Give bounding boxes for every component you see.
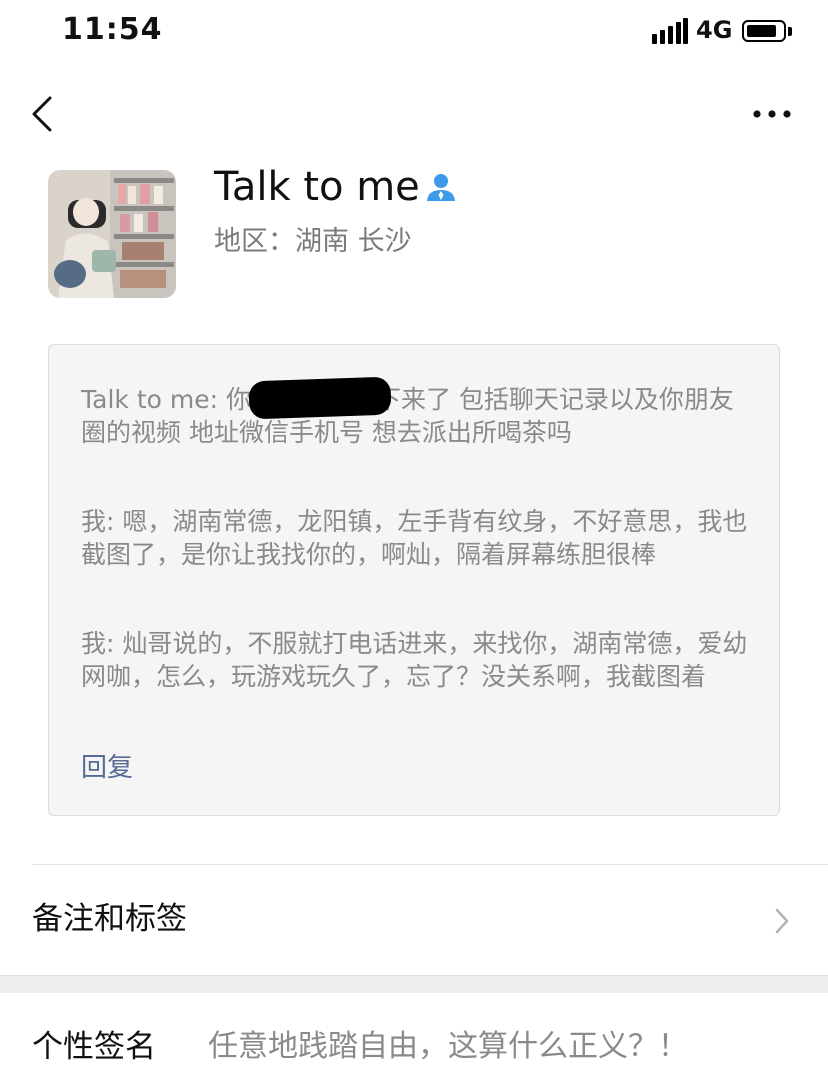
remark-and-tags-row[interactable]: 备注和标签 [0,865,828,975]
signature-label: 个性签名 [32,1029,156,1065]
status-bar: 11:54 4G [0,0,828,64]
battery-tip [788,27,792,36]
back-icon[interactable] [26,92,66,136]
profile-name: Talk to me [214,164,420,210]
chevron-right-icon [772,905,792,937]
message-box: Talk to me: 你这个我全拍下来了 包括聊天记录以及你朋友圈的视频 地址… [48,344,780,816]
reply-link[interactable]: 回复 [81,751,133,785]
redaction-mark [248,376,392,420]
profile-region: 地区：湖南 长沙 [214,226,412,257]
signal-icon [652,18,688,44]
message-text: 我: 灿哥说的，不服就打电话进来，来找你，湖南常德，爱幼网咖，怎么，玩游戏玩久了… [81,629,748,691]
more-icon[interactable] [748,100,796,128]
battery-icon [742,20,786,42]
signature-value: 任意地践踏自由，这算什么正义？！ [208,1029,688,1064]
signature-row: 个性签名 任意地践踏自由，这算什么正义？！ [0,993,828,1091]
network-label: 4G [696,16,733,44]
message-text: 我: 嗯，湖南常德，龙阳镇，左手背有纹身，不好意思，我也截图了，是你让我找你的，… [81,507,748,569]
section-gap [0,975,828,993]
avatar[interactable] [48,170,176,298]
person-icon [424,170,458,204]
status-time: 11:54 [62,12,163,47]
message-text: Talk to me: 你这个我全拍下来了 包括聊天记录以及你朋友圈的视频 地址… [81,385,734,447]
remark-label: 备注和标签 [32,901,187,937]
